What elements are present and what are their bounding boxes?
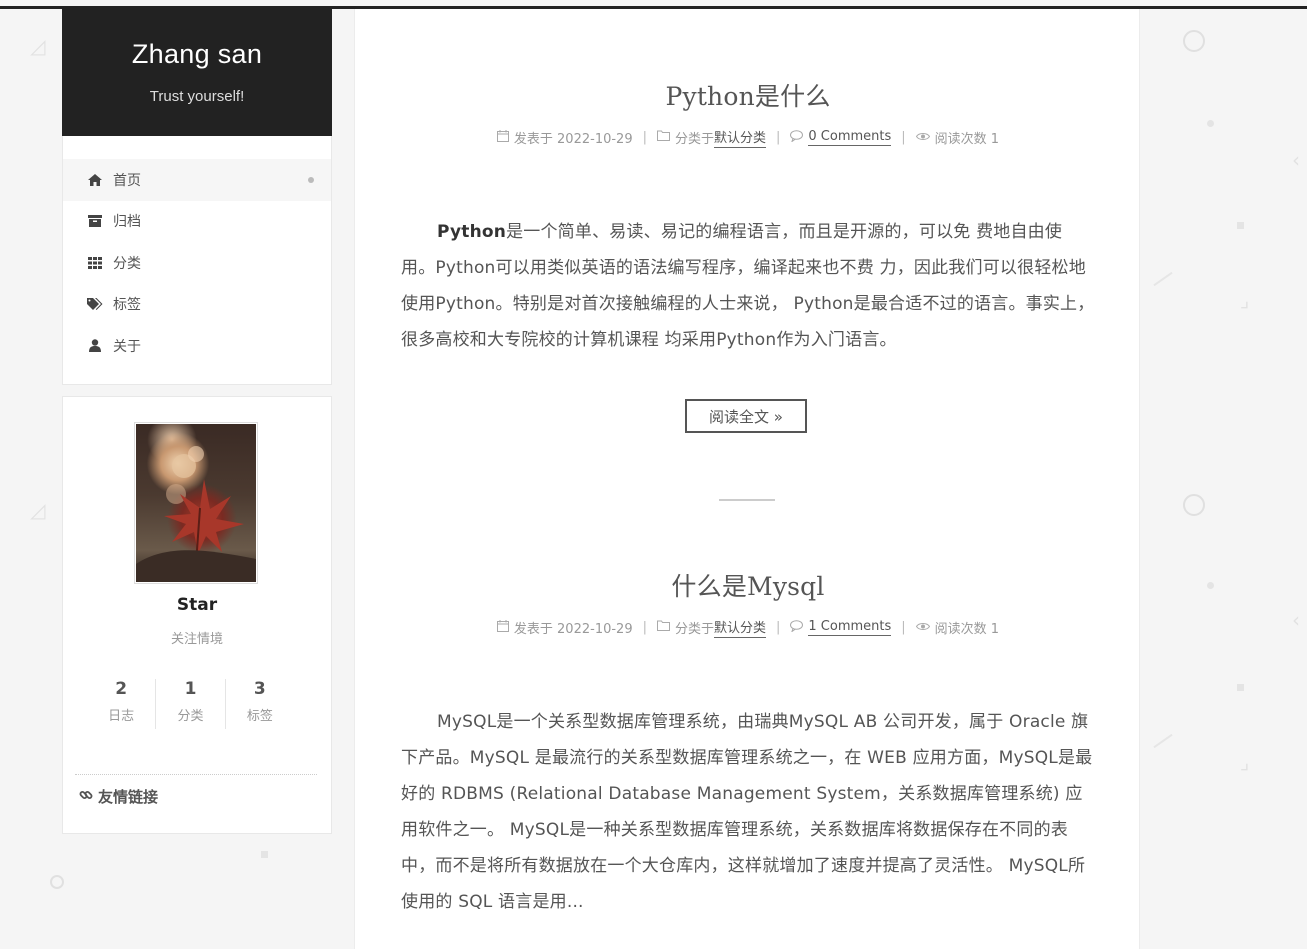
folder-icon <box>656 620 670 635</box>
eye-icon <box>915 130 930 145</box>
corner-decoration-icon: ⌟ <box>1240 288 1250 312</box>
calendar-icon <box>496 129 509 146</box>
triangle-decoration-icon: ◿ <box>30 34 46 58</box>
line-decoration-icon <box>1153 733 1173 749</box>
square-decoration-icon <box>261 851 268 858</box>
menu-item-tags[interactable]: 标签 <box>63 284 331 326</box>
post-divider <box>719 499 775 501</box>
comment-icon <box>790 129 804 146</box>
stat-tags[interactable]: 3 标签 <box>224 679 294 729</box>
main-content: Python是什么 发表于 2022-10-29 | 分类于 默认分类 | 0 … <box>354 9 1140 949</box>
author-panel: Star 关注情境 2 日志 1 分类 3 标签 友情链接 <box>62 396 332 834</box>
line-decoration-icon <box>1153 271 1173 287</box>
archive-icon <box>87 214 103 228</box>
meta-separator: | <box>642 620 647 635</box>
category-link[interactable]: 默认分类 <box>714 127 767 148</box>
corner-decoration-icon: ⌟ <box>1240 750 1250 774</box>
post-excerpt: Python是一个简单、易读、易记的编程语言，而且是开源的，可以免 费地自由使用… <box>401 214 1096 358</box>
meta-separator: | <box>642 130 647 145</box>
comments-link[interactable]: 0 Comments <box>808 129 892 146</box>
post-meta: 发表于 2022-10-29 | 分类于 默认分类 | 1 Comments | <box>355 617 1141 638</box>
avatar <box>134 422 258 584</box>
category-prefix: 分类于 <box>674 132 714 147</box>
menu-item-about[interactable]: 关于 <box>63 325 331 367</box>
post-date: 发表于 2022-10-29 <box>513 132 633 147</box>
stat-label: 分类 <box>177 709 204 724</box>
stat-count: 2 <box>115 679 128 699</box>
menu-item-label: 首页 <box>113 172 141 189</box>
menu-item-archive[interactable]: 归档 <box>63 201 331 243</box>
avatar-photo <box>136 424 256 582</box>
friend-links-title[interactable]: 友情链接 <box>79 786 158 807</box>
menu-item-label: 关于 <box>113 338 141 355</box>
menu-item-label: 标签 <box>113 297 141 314</box>
post-excerpt-bold: Python <box>437 222 507 242</box>
menu-item-home[interactable]: 首页 <box>63 159 331 201</box>
dot-decoration-icon <box>1207 120 1214 127</box>
sidebar-menu: 首页 归档 分类 标签 关于 <box>62 136 332 385</box>
menu-item-categories[interactable]: 分类 <box>63 242 331 284</box>
dot-decoration-icon <box>1207 582 1214 589</box>
ring-decoration-icon <box>50 875 64 889</box>
user-icon <box>87 339 103 353</box>
comment-icon <box>790 619 804 636</box>
stat-count: 1 <box>184 679 197 699</box>
meta-separator: | <box>901 130 906 145</box>
post-excerpt: MySQL是一个关系型数据库管理系统，由瑞典MySQL AB 公司开发，属于 O… <box>401 712 1093 912</box>
post-excerpt-text: 是一个简单、易读、易记的编程语言，而且是开源的，可以免 费地自由使用。Pytho… <box>401 222 1095 350</box>
stat-categories[interactable]: 1 分类 <box>155 679 224 729</box>
site-brand: Zhang san Trust yourself! <box>62 9 332 136</box>
stat-label: 日志 <box>108 709 135 724</box>
eye-icon <box>915 620 930 635</box>
post-meta: 发表于 2022-10-29 | 分类于 默认分类 | 0 Comments | <box>355 127 1141 148</box>
post-item: 什么是Mysql 发表于 2022-10-29 | 分类于 默认分类 | 1 C… <box>355 567 1141 638</box>
divider <box>75 774 317 775</box>
meta-separator: | <box>776 130 781 145</box>
view-count: 阅读次数 1 <box>934 132 1000 147</box>
triangle-decoration-icon: ◿ <box>30 498 46 522</box>
view-count: 阅读次数 1 <box>934 622 1000 637</box>
post-date: 发表于 2022-10-29 <box>513 622 633 637</box>
menu-item-label: 分类 <box>113 255 141 272</box>
ring-decoration-icon <box>1183 494 1205 516</box>
post-item: Python是什么 发表于 2022-10-29 | 分类于 默认分类 | 0 … <box>355 77 1141 148</box>
stat-count: 3 <box>253 679 266 699</box>
author-name: Star <box>176 595 218 615</box>
square-decoration-icon <box>1237 684 1244 691</box>
stat-posts[interactable]: 2 日志 <box>87 679 155 729</box>
square-decoration-icon <box>1237 222 1244 229</box>
comments-link[interactable]: 1 Comments <box>808 619 892 636</box>
active-indicator <box>308 176 314 183</box>
meta-separator: | <box>776 620 781 635</box>
category-link[interactable]: 默认分类 <box>714 617 767 638</box>
chevron-decoration-icon: ‹ <box>1292 608 1300 632</box>
read-more-button[interactable]: 阅读全文 » <box>685 399 807 433</box>
chevron-decoration-icon: ‹ <box>1292 148 1300 172</box>
post-title[interactable]: Python是什么 <box>355 77 1141 113</box>
menu-item-label: 归档 <box>113 214 141 231</box>
link-icon <box>79 788 93 806</box>
author-motto: 关注情境 <box>170 632 223 647</box>
stat-label: 标签 <box>246 709 273 724</box>
grid-icon <box>87 256 103 270</box>
tags-icon <box>87 297 103 311</box>
calendar-icon <box>496 619 509 636</box>
post-title[interactable]: 什么是Mysql <box>355 567 1141 603</box>
ring-decoration-icon <box>1183 30 1205 52</box>
site-stats: 2 日志 1 分类 3 标签 <box>87 679 294 729</box>
site-title[interactable]: Zhang san <box>62 39 332 70</box>
site-subtitle: Trust yourself! <box>149 88 245 105</box>
meta-separator: | <box>901 620 906 635</box>
friend-links-label: 友情链接 <box>98 788 159 806</box>
folder-icon <box>656 130 670 145</box>
home-icon <box>87 173 103 187</box>
category-prefix: 分类于 <box>674 622 714 637</box>
